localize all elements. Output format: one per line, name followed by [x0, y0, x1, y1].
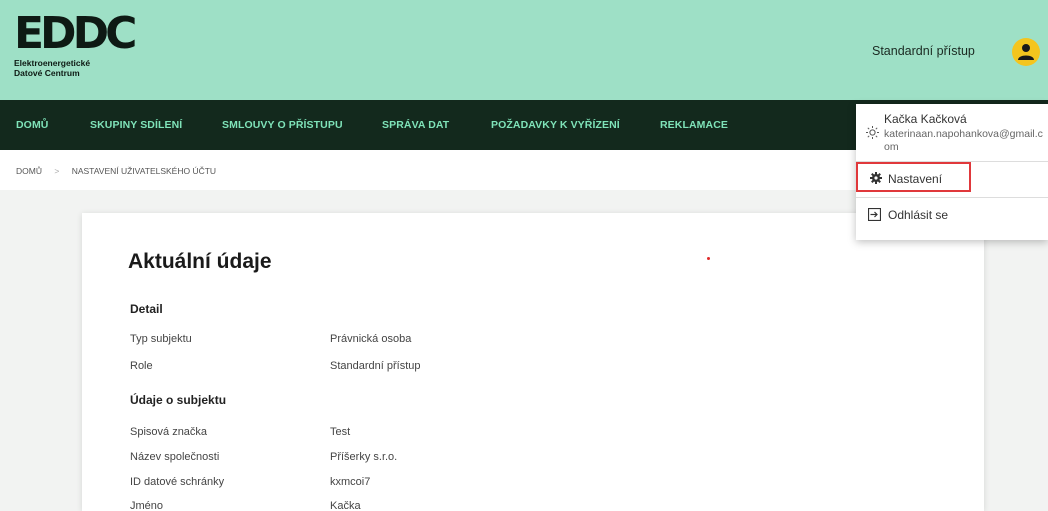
field-value: Standardní přístup [330, 360, 421, 372]
field-value: Právnická osoba [330, 333, 412, 345]
breadcrumb-separator: > [54, 166, 60, 176]
menu-divider [856, 197, 1048, 198]
logo-line-2: Datové Centrum [14, 68, 80, 78]
menu-user-name: Kačka Kačková [884, 112, 967, 126]
user-icon [1018, 44, 1034, 60]
nav-item-pending-requests[interactable]: POŽADAVKY K VYŘÍZENÍ [491, 119, 620, 131]
breadcrumb-current: NASTAVENÍ UŽIVATELSKÉHO ÚČTU [71, 166, 217, 176]
field-value: Kačka [330, 500, 361, 511]
logo-line-1: Elektroenergetické [14, 58, 91, 68]
field-value: Příšerky s.r.o. [330, 451, 398, 463]
access-level-label: Standardní přístup [872, 44, 975, 58]
menu-settings-item[interactable]: Nastavení [856, 162, 971, 192]
field-label: Typ subjektu [130, 333, 192, 345]
menu-user-email: katerinaan.napohankova@gmail.com [884, 128, 1043, 153]
nav-item-complaints[interactable]: REKLAMACE [660, 119, 728, 131]
sun-icon [866, 126, 879, 139]
nav-item-access-contracts[interactable]: SMLOUVY O PŘÍSTUPU [222, 119, 343, 131]
nav-item-home[interactable]: DOMŮ [16, 119, 48, 131]
logout-icon [868, 208, 881, 221]
section-heading-detail: Detail [130, 302, 163, 316]
nav-item-sharing-groups[interactable]: SKUPINY SDÍLENÍ [90, 119, 182, 131]
logo-mark: EDDC [14, 8, 137, 59]
field-label: Role [130, 360, 153, 372]
menu-settings-label: Nastavení [888, 172, 943, 186]
user-avatar-button[interactable] [1012, 38, 1040, 66]
page-title: Aktuální údaje [128, 250, 272, 273]
field-value: kxmcoi7 [330, 476, 371, 488]
eddc-logo[interactable]: EDDC Elektroenergetické Datové Centrum [14, 8, 144, 79]
field-label: Název společnosti [130, 451, 220, 463]
breadcrumb: DOMŮ > NASTAVENÍ UŽIVATELSKÉHO ÚČTU [16, 166, 216, 176]
breadcrumb-home[interactable]: DOMŮ [16, 166, 42, 176]
section-heading-subject-data: Údaje o subjektu [130, 393, 227, 407]
menu-logout-item[interactable]: Odhlásit se [888, 208, 948, 222]
field-label: Jméno [130, 500, 164, 511]
user-menu-dropdown: Kačka Kačková katerinaan.napohankova@gma… [856, 104, 1048, 240]
field-value: Test [330, 426, 351, 438]
red-marker-dot [707, 257, 710, 260]
field-label: ID datové schránky [130, 476, 225, 488]
app-header: EDDC Elektroenergetické Datové Centrum S… [0, 0, 1048, 100]
field-label: Spisová značka [130, 426, 208, 438]
nav-item-data-management[interactable]: SPRÁVA DAT [382, 119, 449, 131]
gear-icon [870, 172, 882, 184]
